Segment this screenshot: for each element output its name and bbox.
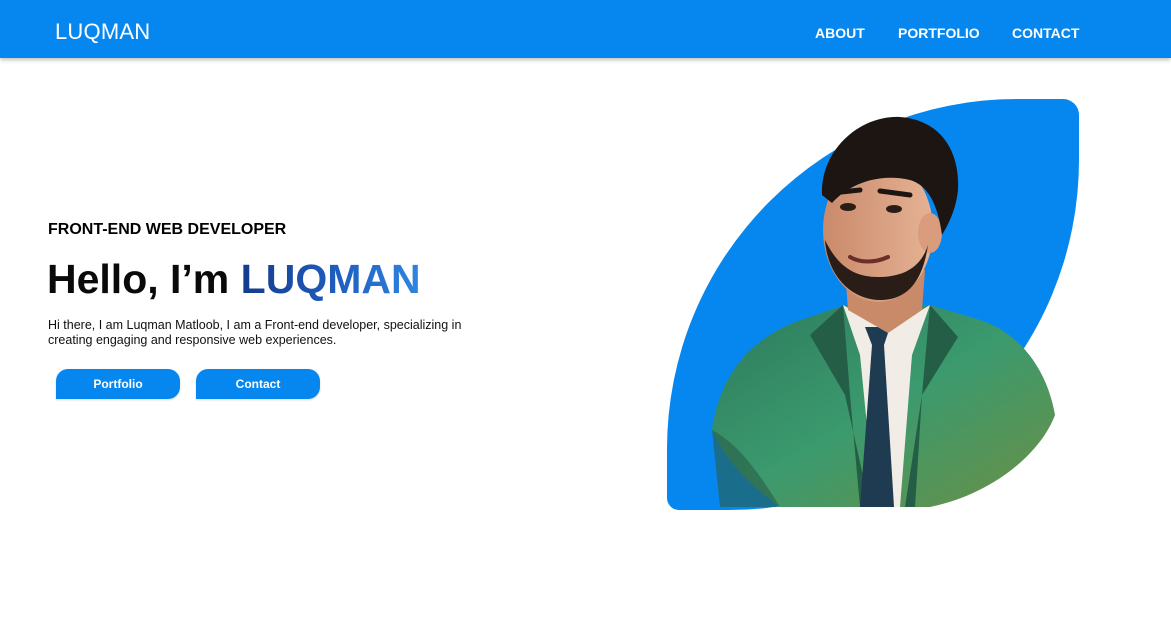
- hero-name: LUQMAN: [240, 256, 421, 302]
- site-logo[interactable]: LUQMAN: [55, 19, 150, 45]
- hero-description: Hi there, I am Luqman Matloob, I am a Fr…: [48, 318, 462, 347]
- nav-link-portfolio[interactable]: PORTFOLIO: [898, 25, 980, 41]
- hero-greeting: Hello, I’m: [47, 256, 230, 302]
- hero-subtitle: FRONT-END WEB DEVELOPER: [48, 221, 287, 238]
- developer-portrait-illustration: [712, 116, 1055, 507]
- hero-heading: Hello, I’m LUQMAN: [47, 255, 421, 303]
- portfolio-button[interactable]: Portfolio: [56, 369, 180, 399]
- contact-button[interactable]: Contact: [196, 369, 320, 399]
- nav-link-contact[interactable]: CONTACT: [1012, 25, 1079, 41]
- hero-image-area: [660, 95, 1085, 515]
- nav-link-about[interactable]: ABOUT: [815, 25, 865, 41]
- navbar: LUQMAN ABOUT PORTFOLIO CONTACT: [0, 0, 1171, 58]
